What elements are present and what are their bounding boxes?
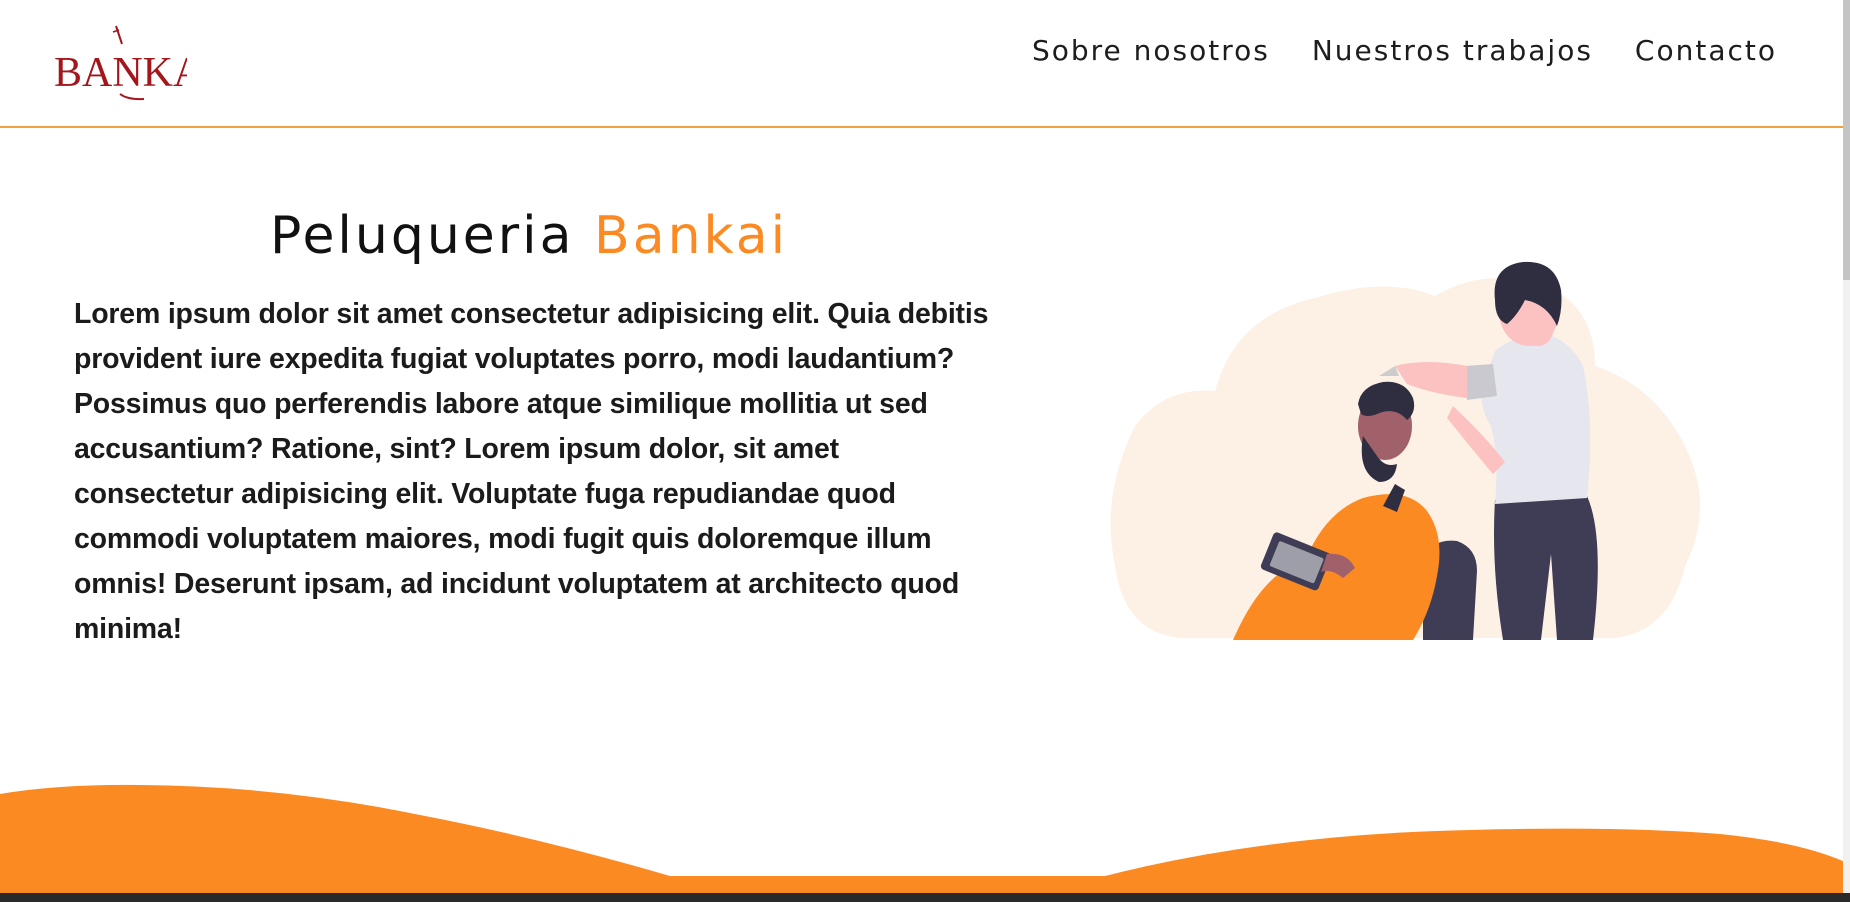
hero-title-main: Peluqueria bbox=[269, 206, 575, 266]
hero-title: Peluqueria Bankai bbox=[0, 206, 1058, 266]
bankai-logo[interactable]: BANKAI bbox=[52, 24, 187, 102]
logo-text: BANKAI bbox=[54, 50, 187, 96]
site-header: BANKAI Sobre nosotros Nuestros trabajos … bbox=[0, 0, 1845, 128]
hero-description: Lorem ipsum dolor sit amet consectetur a… bbox=[74, 298, 989, 645]
nav-link-contacto[interactable]: Contacto bbox=[1635, 34, 1777, 67]
hero-title-accent: Bankai bbox=[594, 206, 789, 266]
illustration-barber-shirt bbox=[1481, 334, 1591, 504]
page-scrollbar[interactable] bbox=[1843, 0, 1850, 893]
nav-link-nuestros-trabajos[interactable]: Nuestros trabajos bbox=[1312, 34, 1593, 67]
footer-bar bbox=[0, 893, 1850, 902]
nav-link-sobre-nosotros[interactable]: Sobre nosotros bbox=[1032, 34, 1270, 67]
scrollbar-thumb[interactable] bbox=[1843, 0, 1850, 280]
barber-illustration bbox=[1110, 261, 1700, 640]
orange-wave bbox=[0, 784, 1845, 896]
main-nav: Sobre nosotros Nuestros trabajos Contact… bbox=[990, 34, 1777, 67]
